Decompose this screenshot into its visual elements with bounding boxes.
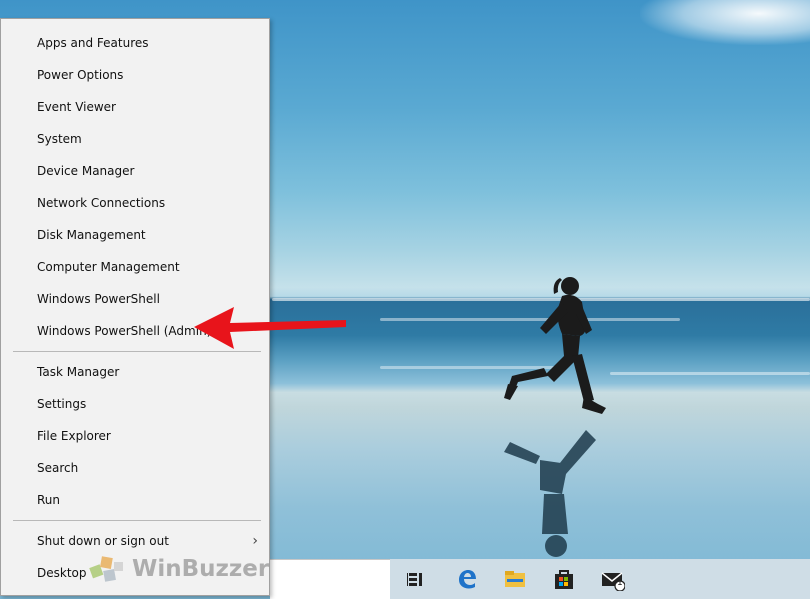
menu-item-disk-management[interactable]: Disk Management bbox=[2, 220, 268, 250]
menu-item-apps-and-features[interactable]: Apps and Features bbox=[2, 28, 268, 58]
menu-item-label: Settings bbox=[37, 397, 87, 411]
wave-crest bbox=[610, 372, 810, 375]
file-explorer-icon[interactable] bbox=[503, 567, 527, 591]
menu-item-network-connections[interactable]: Network Connections bbox=[2, 188, 268, 218]
menu-item-device-manager[interactable]: Device Manager bbox=[2, 156, 268, 186]
mail-badge-count: 1 bbox=[617, 578, 623, 588]
menu-item-file-explorer[interactable]: File Explorer bbox=[2, 421, 268, 451]
menu-item-label: Windows PowerShell bbox=[37, 292, 160, 306]
menu-item-label: Desktop bbox=[37, 566, 87, 580]
menu-separator bbox=[13, 351, 261, 352]
menu-item-run[interactable]: Run bbox=[2, 485, 268, 515]
menu-item-label: Network Connections bbox=[37, 196, 166, 210]
menu-item-label: Run bbox=[37, 493, 61, 507]
menu-item-label: File Explorer bbox=[37, 429, 111, 443]
menu-item-label: System bbox=[37, 132, 82, 146]
taskbar: 1 bbox=[270, 559, 810, 599]
menu-item-label: Device Manager bbox=[37, 164, 135, 178]
menu-item-label: Disk Management bbox=[37, 228, 146, 242]
store-icon[interactable] bbox=[552, 567, 576, 591]
runner-silhouette bbox=[504, 277, 606, 557]
cloud bbox=[640, 0, 810, 45]
menu-item-label: Apps and Features bbox=[37, 36, 149, 50]
menu-item-task-manager[interactable]: Task Manager bbox=[2, 357, 268, 387]
menu-item-event-viewer[interactable]: Event Viewer bbox=[2, 92, 268, 122]
menu-item-label: Event Viewer bbox=[37, 100, 116, 114]
watermark-text: WinBuzzer bbox=[132, 556, 270, 582]
menu-item-label: Computer Management bbox=[37, 260, 180, 274]
menu-item-computer-management[interactable]: Computer Management bbox=[2, 252, 268, 282]
menu-item-search[interactable]: Search bbox=[2, 453, 268, 483]
menu-separator bbox=[13, 520, 261, 521]
menu-item-system[interactable]: System bbox=[2, 124, 268, 154]
task-view-icon[interactable] bbox=[404, 567, 428, 591]
menu-item-settings[interactable]: Settings bbox=[2, 389, 268, 419]
red-arrow-annotation bbox=[194, 307, 346, 349]
edge-icon[interactable] bbox=[455, 567, 479, 591]
winbuzzer-watermark: WinBuzzer bbox=[88, 552, 270, 588]
menu-item-label: Task Manager bbox=[37, 365, 120, 379]
menu-item-label: Shut down or sign out bbox=[37, 534, 169, 548]
winbuzzer-logo-icon bbox=[89, 556, 123, 582]
menu-item-label: Search bbox=[37, 461, 79, 475]
menu-item-power-options[interactable]: Power Options bbox=[2, 60, 268, 90]
taskbar-search-box[interactable] bbox=[270, 559, 390, 599]
menu-item-label: Windows PowerShell (Admin) bbox=[37, 324, 212, 338]
menu-item-label: Power Options bbox=[37, 68, 124, 82]
